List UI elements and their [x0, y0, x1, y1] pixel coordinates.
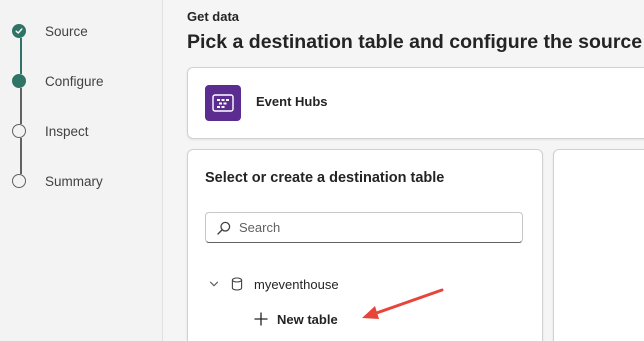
- chevron-down-icon[interactable]: [208, 278, 220, 290]
- source-name: Event Hubs: [256, 94, 328, 109]
- pending-step-icon: [12, 124, 26, 138]
- event-hubs-icon: [205, 85, 241, 121]
- database-icon: [231, 277, 243, 291]
- search-input[interactable]: [239, 220, 509, 235]
- step-label: Configure: [45, 73, 104, 89]
- get-data-window: Source Configure Inspect Summary Get dat…: [0, 0, 644, 341]
- step-summary[interactable]: Summary: [12, 172, 103, 190]
- check-icon: [12, 24, 26, 38]
- new-table-item[interactable]: New table: [254, 310, 338, 328]
- wizard-stepper: Source Configure Inspect Summary: [0, 0, 162, 341]
- destination-table-card: Select or create a destination table mye…: [187, 149, 543, 341]
- pending-step-icon: [12, 174, 26, 188]
- new-table-label: New table: [277, 311, 338, 327]
- step-source[interactable]: Source: [12, 22, 88, 40]
- stepper-connector: [20, 88, 22, 124]
- plus-icon: [254, 312, 268, 326]
- step-configure[interactable]: Configure: [12, 72, 104, 90]
- step-label: Source: [45, 23, 88, 39]
- dialog-eyebrow: Get data: [187, 9, 240, 24]
- step-inspect[interactable]: Inspect: [12, 122, 89, 140]
- stepper-connector-done: [20, 38, 22, 74]
- tree-item-database[interactable]: myeventhouse: [208, 276, 339, 292]
- database-label: myeventhouse: [254, 276, 339, 292]
- stepper-connector: [20, 138, 22, 174]
- step-label: Inspect: [45, 123, 89, 139]
- search-box[interactable]: [205, 212, 523, 243]
- page-title: Pick a destination table and configure t…: [187, 31, 643, 53]
- source-card[interactable]: Event Hubs: [187, 67, 644, 139]
- annotation-arrow: [362, 288, 444, 319]
- current-step-icon: [12, 74, 26, 88]
- configuration-panel: [553, 149, 644, 341]
- destination-title: Select or create a destination table: [205, 170, 445, 186]
- step-label: Summary: [45, 173, 103, 189]
- main-panel: Get data Pick a destination table and co…: [163, 0, 644, 341]
- search-icon: [217, 221, 231, 235]
